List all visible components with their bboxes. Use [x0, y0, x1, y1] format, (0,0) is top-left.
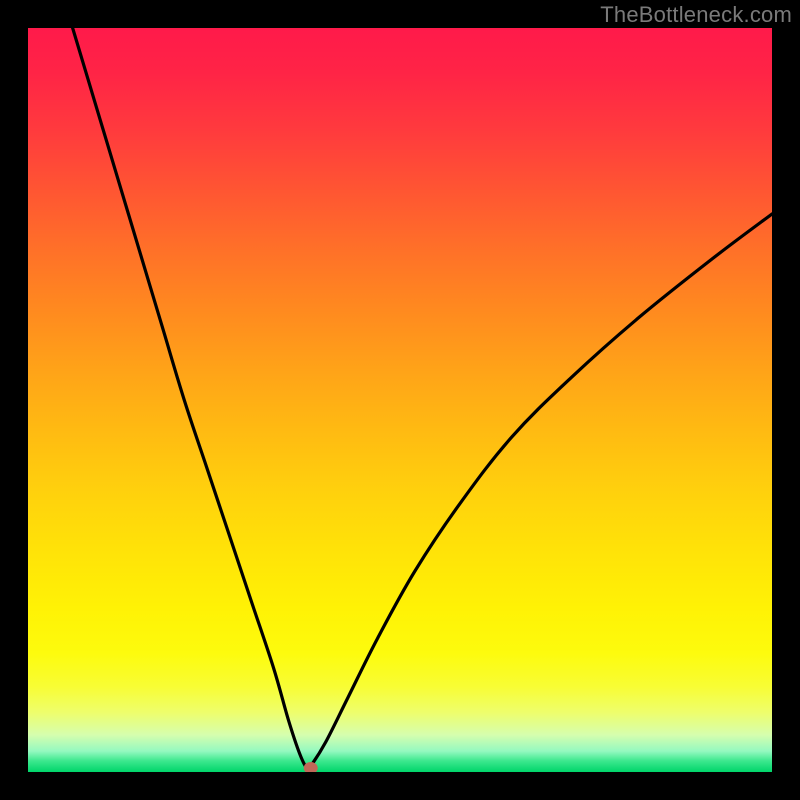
plot-area	[28, 28, 772, 772]
chart-container: TheBottleneck.com	[0, 0, 800, 800]
watermark-text: TheBottleneck.com	[600, 2, 792, 28]
gradient-background	[28, 28, 772, 772]
chart-svg	[28, 28, 772, 772]
